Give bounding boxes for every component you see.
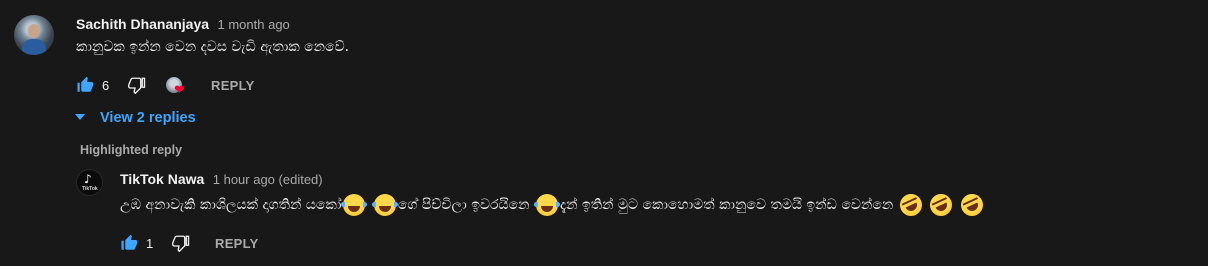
like-count: 6 xyxy=(102,78,110,93)
reply-reply-button[interactable]: REPLY xyxy=(215,236,259,251)
reply-text-part3: දැන් ඉතින් මුට කොහොමත් කානුවෙ තමයි ඉන්ඩ … xyxy=(559,197,894,213)
comment-header: Sachith Dhananjaya 1 month ago xyxy=(76,16,290,34)
comment-time[interactable]: 1 month ago xyxy=(218,17,290,32)
reply-text-part1: උඹ අනාවැකි කාශිලයක් දාගතින් යකෝ xyxy=(120,197,342,213)
reply-like-button[interactable] xyxy=(120,234,138,252)
thumbs-down-icon xyxy=(172,235,190,252)
face-with-tears-of-joy-emoji xyxy=(533,194,560,216)
avatar-label: TikTok xyxy=(82,186,98,192)
reply-like-count: 1 xyxy=(146,236,154,251)
reply-dislike-button[interactable] xyxy=(172,234,190,252)
reply-button[interactable]: REPLY xyxy=(211,78,255,93)
heart-icon: ❤ xyxy=(174,83,185,98)
like-button[interactable] xyxy=(76,76,94,94)
rolling-on-floor-laughing-emoji xyxy=(896,190,926,220)
face-with-tears-of-joy-emoji xyxy=(371,194,398,216)
avatar[interactable] xyxy=(14,15,54,55)
thumbs-up-icon xyxy=(121,234,138,250)
highlighted-reply-label: Highlighted reply xyxy=(80,143,183,157)
reply-text-part2: ගේ පිච්චිලා ඉවරයිනෙ xyxy=(397,197,530,213)
view-replies-button[interactable]: View 2 replies xyxy=(100,110,196,126)
reply-time[interactable]: 1 hour ago (edited) xyxy=(213,172,323,187)
reply-author[interactable]: TikTok Nawa xyxy=(120,171,204,187)
rolling-on-floor-laughing-emoji xyxy=(956,190,987,220)
caret-down-icon[interactable] xyxy=(74,112,86,122)
face-with-tears-of-joy-emoji xyxy=(341,194,368,216)
rolling-on-floor-laughing-emoji xyxy=(926,190,956,220)
tiktok-logo-icon: ♪ xyxy=(84,172,92,186)
dislike-button[interactable] xyxy=(128,76,146,94)
thumbs-up-icon xyxy=(77,76,94,92)
reply-header: TikTok Nawa 1 hour ago (edited) xyxy=(120,171,323,189)
comment-author[interactable]: Sachith Dhananjaya xyxy=(76,16,209,32)
reply-text: උඹ අනාවැකි කාශිලයක් දාගතින් යකෝ ගේ පිච්ච… xyxy=(120,190,987,220)
tiktok-avatar[interactable]: ♪ TikTok xyxy=(76,169,103,196)
comment-text: කානුවක ඉන්න වෙන දවස වැඩි ඇතාක නෙවේ. xyxy=(76,39,350,55)
thumbs-down-icon xyxy=(128,77,146,94)
